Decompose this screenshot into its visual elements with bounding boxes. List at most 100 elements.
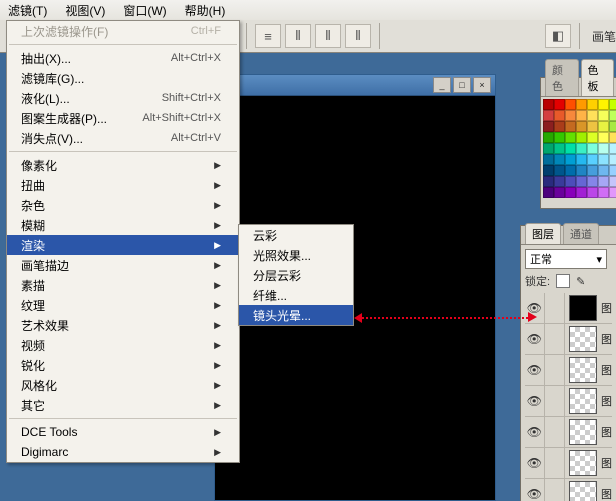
link-cell[interactable] <box>545 293 565 323</box>
menu-filter[interactable]: 滤镜(T) <box>8 2 47 19</box>
swatch[interactable] <box>609 187 616 198</box>
swatch[interactable] <box>565 110 576 121</box>
blend-mode-select[interactable]: 正常▾ <box>525 249 607 269</box>
visibility-eye-icon[interactable]: 👁 <box>525 417 545 447</box>
swatch[interactable] <box>543 165 554 176</box>
link-cell[interactable] <box>545 479 565 501</box>
layer-row[interactable]: 👁图 <box>525 479 612 501</box>
swatch[interactable] <box>587 154 598 165</box>
palette-well-btn[interactable]: ◧ <box>545 24 571 48</box>
menu-item-artistic[interactable]: 艺术效果▶ <box>7 315 239 335</box>
tab-layers[interactable]: 图层 <box>525 223 561 244</box>
swatch[interactable] <box>609 121 616 132</box>
swatch[interactable] <box>565 154 576 165</box>
swatch[interactable] <box>598 165 609 176</box>
menu-item-vanishing-point[interactable]: 消失点(V)...Alt+Ctrl+V <box>7 128 239 148</box>
menu-item-sharpen[interactable]: 锐化▶ <box>7 355 239 375</box>
swatch[interactable] <box>609 154 616 165</box>
swatch[interactable] <box>598 176 609 187</box>
layer-row[interactable]: 👁图 <box>525 417 612 448</box>
layer-name[interactable]: 图 <box>601 300 612 316</box>
swatch[interactable] <box>576 176 587 187</box>
swatch[interactable] <box>587 110 598 121</box>
submenu-item-fibers[interactable]: 纤维... <box>239 285 353 305</box>
menu-item-brush-strokes[interactable]: 画笔描边▶ <box>7 255 239 275</box>
swatch[interactable] <box>554 110 565 121</box>
swatch[interactable] <box>565 121 576 132</box>
swatch[interactable] <box>576 165 587 176</box>
swatch[interactable] <box>587 132 598 143</box>
menu-item-liquify[interactable]: 液化(L)...Shift+Ctrl+X <box>7 88 239 108</box>
menu-item-distort[interactable]: 扭曲▶ <box>7 175 239 195</box>
link-cell[interactable] <box>545 324 565 354</box>
swatch[interactable] <box>543 154 554 165</box>
swatch[interactable] <box>598 99 609 110</box>
visibility-eye-icon[interactable]: 👁 <box>525 386 545 416</box>
document-titlebar[interactable]: _ □ × <box>215 75 495 96</box>
swatch[interactable] <box>598 187 609 198</box>
swatch[interactable] <box>598 132 609 143</box>
swatch[interactable] <box>609 110 616 121</box>
swatch[interactable] <box>565 187 576 198</box>
submenu-item-lighting-effects[interactable]: 光照效果... <box>239 245 353 265</box>
layer-name[interactable]: 图 <box>601 455 612 471</box>
menu-help[interactable]: 帮助(H) <box>185 2 226 19</box>
swatch[interactable] <box>565 132 576 143</box>
layer-row[interactable]: 👁图 <box>525 386 612 417</box>
link-cell[interactable] <box>545 417 565 447</box>
link-cell[interactable] <box>545 448 565 478</box>
swatch[interactable] <box>598 110 609 121</box>
align-btn-1[interactable]: ≡ <box>255 24 281 48</box>
swatch[interactable] <box>554 99 565 110</box>
menu-item-video[interactable]: 视频▶ <box>7 335 239 355</box>
swatch[interactable] <box>598 121 609 132</box>
menu-item-pattern-maker[interactable]: 图案生成器(P)...Alt+Shift+Ctrl+X <box>7 108 239 128</box>
swatch-grid[interactable] <box>541 97 616 198</box>
menu-item-other[interactable]: 其它▶ <box>7 395 239 415</box>
align-btn-3[interactable]: ⫴ <box>315 24 341 48</box>
swatch[interactable] <box>565 99 576 110</box>
menu-item-digimarc[interactable]: Digimarc▶ <box>7 442 239 462</box>
menu-item-noise[interactable]: 杂色▶ <box>7 195 239 215</box>
menu-item-extract[interactable]: 抽出(X)...Alt+Ctrl+X <box>7 48 239 68</box>
swatch[interactable] <box>576 154 587 165</box>
visibility-eye-icon[interactable]: 👁 <box>525 324 545 354</box>
maximize-button[interactable]: □ <box>453 77 471 93</box>
swatch[interactable] <box>543 187 554 198</box>
swatch[interactable] <box>543 176 554 187</box>
minimize-button[interactable]: _ <box>433 77 451 93</box>
layer-row[interactable]: 👁图 <box>525 324 612 355</box>
swatch[interactable] <box>598 143 609 154</box>
swatch[interactable] <box>543 99 554 110</box>
tab-swatches[interactable]: 色板 <box>581 59 615 96</box>
swatch[interactable] <box>543 132 554 143</box>
swatch[interactable] <box>609 132 616 143</box>
swatch[interactable] <box>554 187 565 198</box>
menu-item-sketch[interactable]: 素描▶ <box>7 275 239 295</box>
submenu-item-lens-flare[interactable]: 镜头光晕... <box>239 305 353 325</box>
swatch[interactable] <box>554 121 565 132</box>
swatch[interactable] <box>587 165 598 176</box>
menu-item-dce-tools[interactable]: DCE Tools▶ <box>7 422 239 442</box>
tab-color[interactable]: 颜色 <box>545 59 579 96</box>
link-cell[interactable] <box>545 386 565 416</box>
layer-thumbnail[interactable] <box>569 481 597 501</box>
align-btn-4[interactable]: ⫴ <box>345 24 371 48</box>
layer-thumbnail[interactable] <box>569 357 597 383</box>
swatch[interactable] <box>609 143 616 154</box>
layer-row[interactable]: 👁图 <box>525 448 612 479</box>
swatch[interactable] <box>554 165 565 176</box>
visibility-eye-icon[interactable]: 👁 <box>525 479 545 501</box>
layer-name[interactable]: 图 <box>601 362 612 378</box>
swatch[interactable] <box>609 165 616 176</box>
layer-name[interactable]: 图 <box>601 393 612 409</box>
swatch[interactable] <box>543 121 554 132</box>
layer-name[interactable]: 图 <box>601 486 612 501</box>
swatch[interactable] <box>609 99 616 110</box>
swatch[interactable] <box>554 176 565 187</box>
swatch[interactable] <box>598 154 609 165</box>
menu-window[interactable]: 窗口(W) <box>123 2 166 19</box>
visibility-eye-icon[interactable]: 👁 <box>525 448 545 478</box>
swatch[interactable] <box>576 187 587 198</box>
swatch[interactable] <box>565 165 576 176</box>
